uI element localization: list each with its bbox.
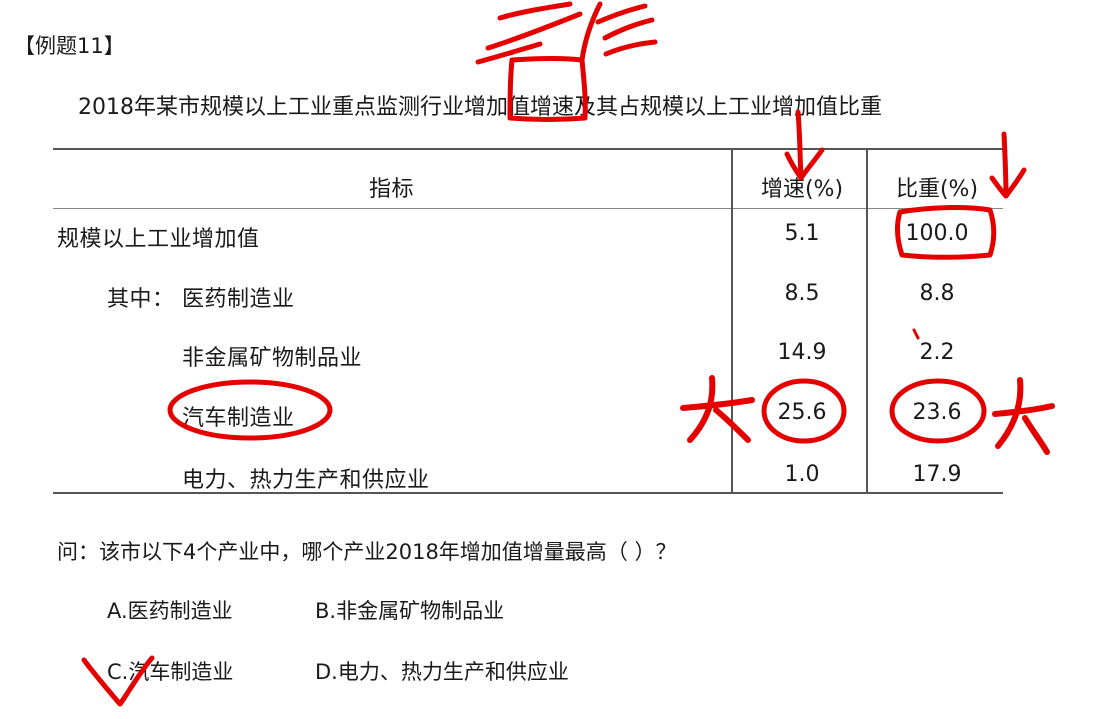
da-mark (1022, 415, 1050, 455)
table-top-rule (53, 148, 1003, 150)
arrow-icon (1001, 131, 1009, 199)
arrow-icon (989, 167, 1027, 199)
row-name: 汽车制造业 (182, 406, 295, 431)
example-label: 【例题11】 (14, 34, 125, 58)
row-growth: 5.1 (784, 221, 820, 246)
row-growth: 1.0 (784, 462, 820, 487)
da-mark (680, 397, 755, 411)
header-bottom-rule (53, 208, 1003, 209)
question-text: 问：该市以下4个产业中，哪个产业2018年增加值增量最高（ ）？ (57, 540, 677, 564)
row-share: 100.0 (905, 221, 969, 246)
option-a[interactable]: A.医药制造业 (107, 595, 233, 625)
tick-mark (912, 328, 920, 340)
row-name: 非金属矿物制品业 (182, 346, 363, 371)
header-indicator: 指标 (369, 177, 415, 202)
option-b[interactable]: B.非金属矿物制品业 (315, 595, 504, 625)
option-d[interactable]: D.电力、热力生产和供应业 (315, 656, 569, 686)
scribble-stroke (603, 39, 658, 57)
da-mark (995, 377, 1024, 449)
scribble-stroke (475, 41, 543, 65)
header-share: 比重(%) (895, 177, 979, 202)
scribble-stroke (602, 17, 655, 41)
row-share: 8.8 (919, 281, 955, 306)
scribble-stroke (579, 1, 603, 63)
row-growth: 25.6 (777, 400, 827, 425)
option-c[interactable]: C.汽车制造业 (107, 656, 233, 686)
scribble-stroke (485, 11, 583, 51)
table-title: 2018年某市规模以上工业重点监测行业增加值增速及其占规模以上工业增加值比重 (78, 95, 882, 120)
row-share: 17.9 (912, 462, 962, 487)
row-share: 23.6 (912, 400, 962, 425)
row-share: 2.2 (919, 340, 955, 365)
row-name: 医药制造业 (182, 287, 295, 312)
row-growth: 8.5 (784, 281, 820, 306)
arrow-icon (795, 109, 804, 181)
header-growth: 增速(%) (760, 177, 844, 202)
da-mark (992, 403, 1055, 417)
row-prefix: 其中： (107, 287, 175, 312)
scribble-stroke (497, 1, 573, 21)
row-name: 规模以上工业增加值 (57, 227, 260, 252)
column-divider-1 (731, 148, 733, 493)
column-divider-2 (866, 148, 868, 493)
scribble-stroke (595, 3, 648, 25)
row-growth: 14.9 (777, 340, 827, 365)
da-mark (687, 375, 716, 443)
row-name: 电力、热力生产和供应业 (182, 468, 430, 493)
